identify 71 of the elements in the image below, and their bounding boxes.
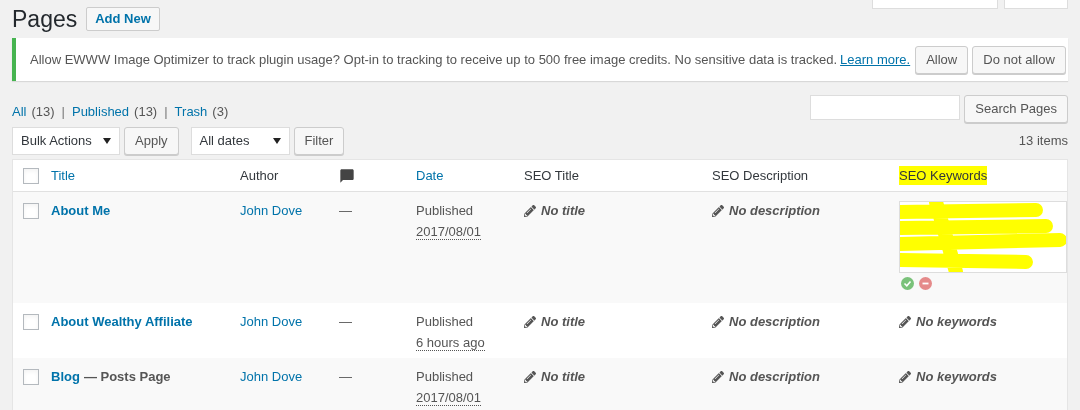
add-new-button[interactable]: Add New [86, 7, 160, 31]
notice-text: Allow EWWW Image Optimizer to track plugin usage? Opt-in to tracking to receive up to 500 free image credits. No sensitive data is tracked. [30, 50, 838, 69]
pencil-icon [712, 315, 724, 328]
column-header: SEO Description [712, 166, 809, 185]
author-link[interactable]: John Dove [240, 203, 303, 218]
filter-button[interactable]: Filter [293, 127, 345, 155]
pencil-icon [524, 204, 536, 217]
view-separator: | [61, 102, 65, 121]
select-all-checkbox[interactable] [23, 167, 39, 184]
post-status: Published [416, 368, 474, 386]
seo-value[interactable]: No description [729, 201, 820, 221]
author-link[interactable]: John Dove [240, 314, 303, 329]
search-field[interactable] [810, 95, 961, 120]
column-header[interactable]: Date [416, 165, 444, 186]
bulk-actions-select[interactable]: Bulk Actions [12, 127, 120, 155]
pencil-icon [899, 315, 911, 328]
row-checkbox[interactable] [23, 369, 39, 385]
comment-count: — [339, 369, 352, 384]
caret-icon [272, 138, 281, 144]
notice-button[interactable]: Allow [915, 45, 969, 74]
seo-value[interactable]: No title [541, 312, 586, 332]
view-link[interactable]: Trash [174, 101, 208, 121]
notice-button[interactable]: Do not allow [972, 45, 1066, 74]
seo-value[interactable]: No title [541, 367, 586, 387]
screen-options-tab[interactable] [872, 0, 998, 9]
post-date: 6 hours ago [416, 334, 485, 351]
column-header: SEO Title [524, 166, 579, 185]
page-title-link[interactable]: About Me [51, 201, 111, 221]
pencil-icon [524, 370, 536, 383]
page-title-link[interactable]: Blog [51, 367, 80, 387]
row-checkbox[interactable] [23, 203, 39, 219]
page-title: Pages [12, 7, 78, 31]
seo-value[interactable]: No description [729, 312, 820, 332]
pencil-icon [712, 204, 724, 217]
view-link[interactable]: Published [71, 101, 130, 121]
column-header[interactable]: Title [51, 165, 76, 186]
learn-more-link[interactable]: Learn more. [840, 49, 911, 70]
confirm-icon[interactable] [901, 277, 914, 290]
post-date: 2017/08/01 [416, 389, 482, 406]
seo-value[interactable]: No description [729, 367, 820, 387]
comment-icon [339, 167, 355, 184]
column-header: Author [240, 166, 279, 185]
page-title-link[interactable]: About Wealthy Affiliate [51, 312, 193, 332]
comment-count: — [339, 203, 352, 218]
seo-value[interactable]: No keywords [916, 367, 997, 387]
post-date: 2017/08/01 [416, 223, 482, 240]
view-link[interactable]: All [12, 101, 27, 121]
caret-icon [103, 138, 111, 144]
dates-select[interactable]: All dates [190, 127, 290, 155]
comment-count: — [339, 314, 352, 329]
seo-value[interactable]: No title [541, 201, 586, 221]
help-tab[interactable] [1004, 0, 1068, 9]
seo-value[interactable]: No keywords [916, 312, 997, 332]
author-link[interactable]: John Dove [240, 369, 303, 384]
pencil-icon [524, 315, 536, 328]
pencil-icon [712, 370, 724, 383]
pencil-icon [899, 370, 911, 383]
view-count: (13) [134, 102, 158, 121]
keywords-textarea[interactable] [899, 201, 1067, 273]
column-header: SEO Keywords [899, 165, 988, 186]
row-checkbox[interactable] [23, 314, 39, 330]
cancel-icon[interactable] [919, 277, 932, 290]
apply-button[interactable]: Apply [124, 127, 179, 155]
search-button[interactable]: Search Pages [964, 95, 1068, 123]
item-count: 13 items [1018, 132, 1068, 151]
view-separator: | [164, 102, 168, 121]
view-count: (3) [212, 102, 229, 121]
view-count: (13) [31, 102, 55, 121]
post-status: Published [416, 313, 474, 331]
post-status: Published [416, 202, 474, 220]
post-state: — Posts Page [83, 368, 171, 386]
